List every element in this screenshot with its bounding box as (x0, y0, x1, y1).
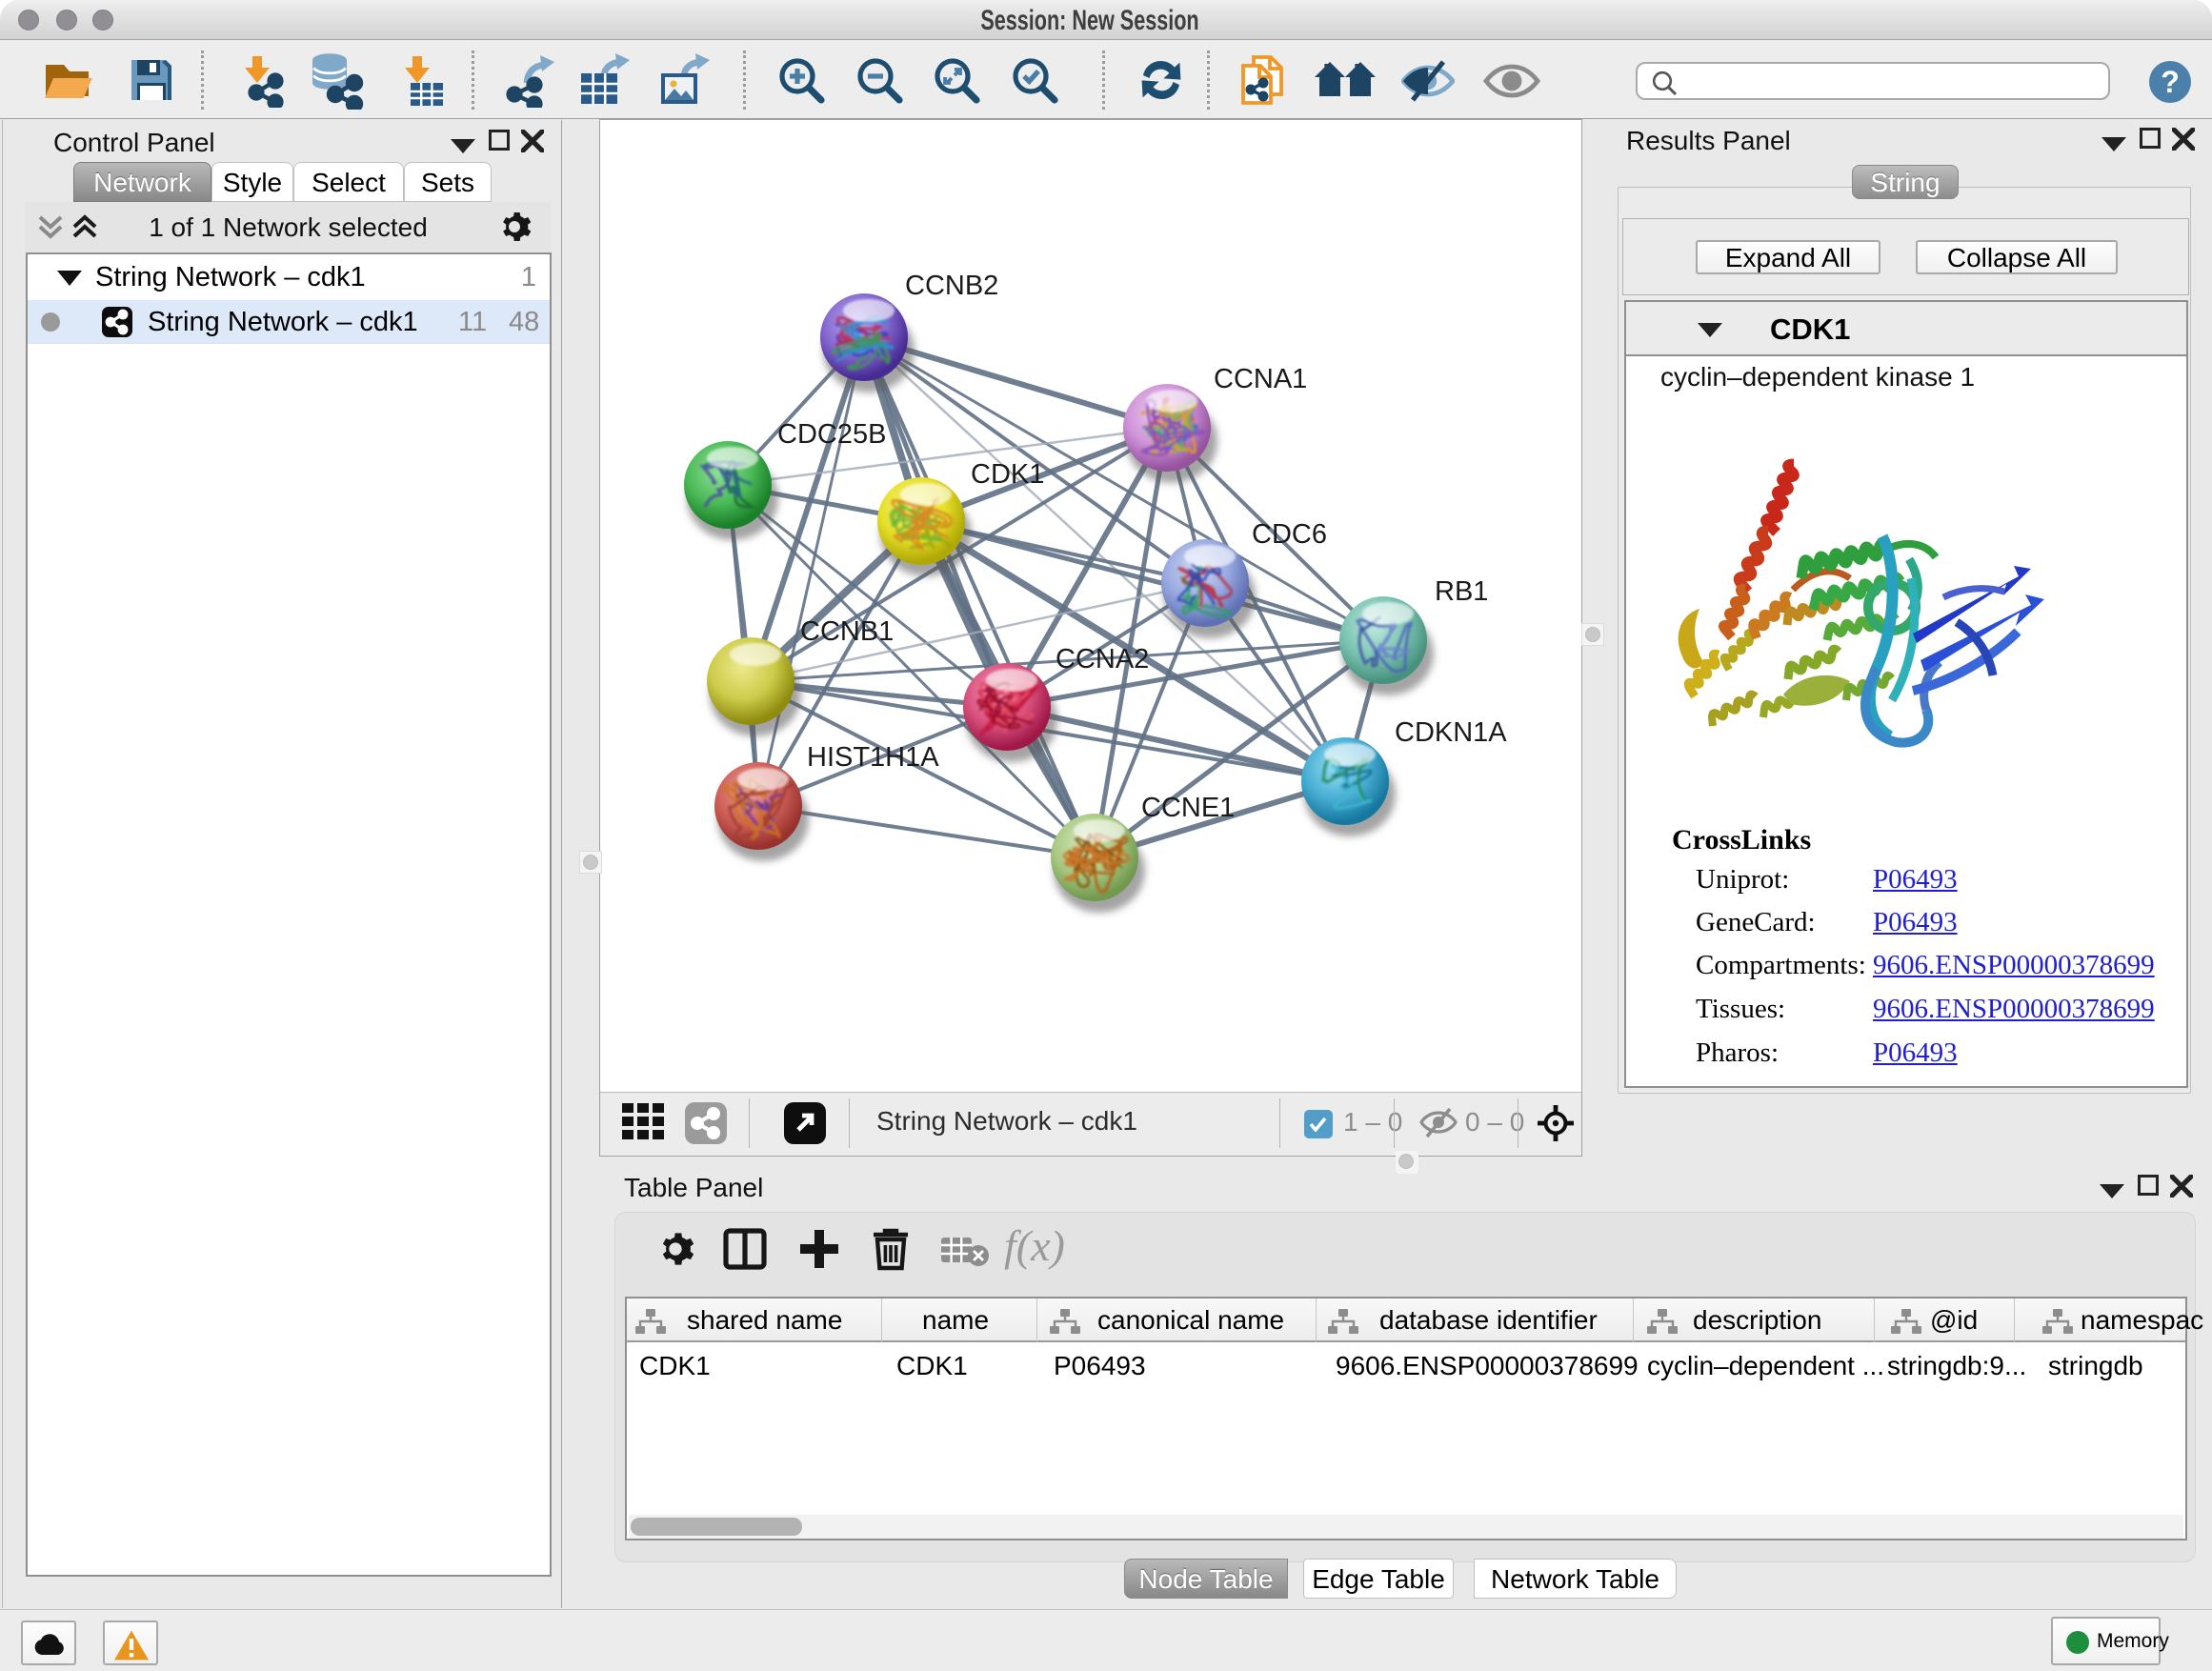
svg-text:HIST1H1A: HIST1H1A (807, 742, 939, 773)
svg-text:CCNA2: CCNA2 (1056, 644, 1149, 674)
svg-text:CDC25B: CDC25B (777, 419, 886, 450)
svg-text:RB1: RB1 (1435, 576, 1488, 607)
svg-text:CCNE1: CCNE1 (1141, 793, 1235, 823)
svg-text:CCNA1: CCNA1 (1214, 364, 1307, 394)
svg-text:CDK1: CDK1 (971, 459, 1044, 490)
svg-text:CDC6: CDC6 (1252, 519, 1327, 550)
svg-text:CDKN1A: CDKN1A (1395, 717, 1507, 748)
svg-text:CCNB1: CCNB1 (800, 616, 894, 647)
svg-text:?: ? (2161, 65, 2180, 99)
svg-text:CCNB2: CCNB2 (905, 271, 998, 301)
